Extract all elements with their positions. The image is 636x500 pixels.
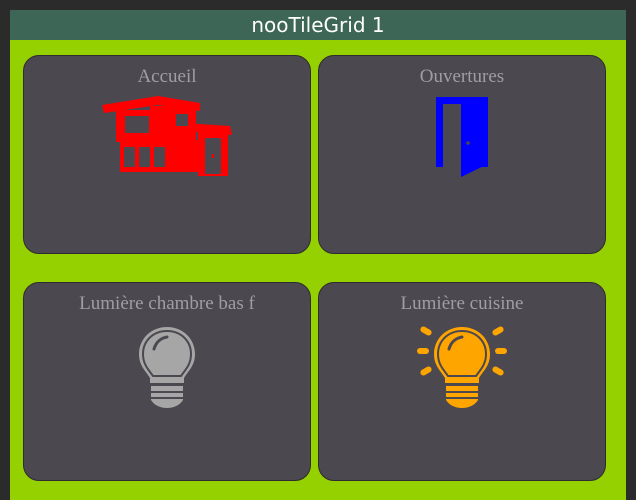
lightbulb-off-icon (139, 327, 195, 408)
tile-grid-window: nooTileGrid 1 Accueil Ouvertures Lumière… (10, 10, 626, 500)
door-icon (436, 97, 488, 177)
tile-label: Accueil (137, 66, 197, 87)
window-title: nooTileGrid 1 (10, 10, 626, 40)
tile-label: Lumière cuisine (400, 293, 524, 314)
house-icon (102, 96, 232, 176)
lightbulb-on-icon (417, 326, 507, 408)
tile-lumiere-chambre[interactable]: Lumière chambre bas f (23, 282, 311, 481)
tile-accueil[interactable]: Accueil (23, 55, 311, 254)
tile-label: Ouvertures (419, 66, 505, 87)
tile-label: Lumière chambre bas f (79, 293, 255, 314)
tile-lumiere-cuisine[interactable]: Lumière cuisine (318, 282, 606, 481)
tile-ouvertures[interactable]: Ouvertures (318, 55, 606, 254)
